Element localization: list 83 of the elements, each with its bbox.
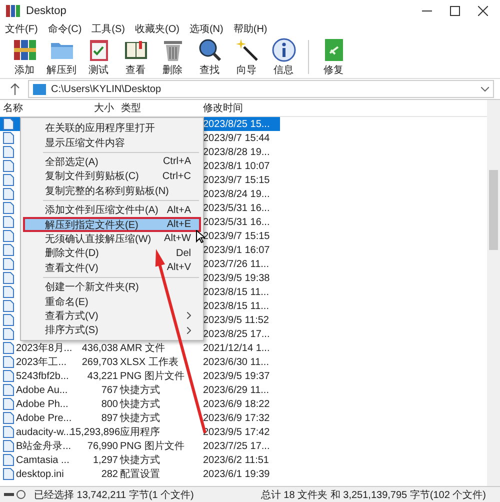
column-header[interactable]: 名称	[0, 101, 70, 115]
file-name: Adobe Au...	[16, 384, 68, 396]
window-title: Desktop	[26, 5, 66, 17]
file-name: desktop.ini	[16, 468, 64, 480]
modified-time[interactable]: 2023/9/7 15:15	[200, 174, 280, 186]
status-text: 总计 18 文件夹 和 3,251,139,795 字节(102 个文件)	[260, 488, 487, 502]
modified-time[interactable]: 2023/9/5 17:42	[200, 426, 280, 438]
file-type: XLSX 工作表	[120, 357, 178, 368]
file-name: 2023年工...	[16, 356, 67, 369]
file-type: 快捷方式	[120, 399, 160, 410]
file-size: 269,703	[82, 356, 118, 368]
file-name: B站金舟录...	[16, 440, 72, 453]
file-size: 76,990	[87, 440, 118, 452]
file-type: 应用程序	[120, 427, 160, 438]
menu-item[interactable]: 工具(S)	[92, 22, 126, 36]
menu-item[interactable]: 选项(N)	[189, 22, 224, 36]
context-menu-item[interactable]: 重命名(E)	[23, 294, 201, 309]
modified-time[interactable]: 2023/6/1 19:39	[200, 468, 280, 480]
column-header[interactable]: 修改时间	[200, 101, 280, 115]
menu-item[interactable]: 收藏夹(O)	[135, 22, 180, 36]
toolbar-button[interactable]: 查看	[117, 37, 154, 77]
file-name: 2023年8月...	[16, 342, 72, 355]
file-type: 配置设置	[120, 469, 160, 480]
file-type: 快捷方式	[120, 413, 160, 424]
toolbar-button[interactable]: 添加	[6, 37, 43, 77]
file-size: 897	[101, 412, 118, 424]
file-size: 767	[101, 384, 118, 396]
modified-time[interactable]: 2023/6/30 11...	[200, 356, 280, 368]
toolbar-button[interactable]: 删除	[154, 37, 191, 77]
context-menu-item[interactable]: 显示压缩文件内容	[23, 135, 201, 150]
modified-time[interactable]: 2023/6/2 11:51	[200, 454, 280, 466]
file-name: Adobe Ph...	[16, 398, 68, 410]
file-size: 1,297	[92, 454, 118, 466]
file-size: 282	[101, 468, 118, 480]
context-menu-item[interactable]: 查看文件(V) Alt+V	[23, 260, 201, 275]
toolbar-button[interactable]: 修复	[315, 37, 352, 77]
context-menu-item[interactable]: 查看方式(V)	[23, 308, 201, 324]
context-menu-item[interactable]: 创建一个新文件夹(R)	[23, 280, 201, 294]
file-type: PNG 图片文件	[120, 371, 184, 382]
modified-time[interactable]: 2023/9/5 19:37	[200, 370, 280, 382]
modified-time[interactable]: 2021/12/14 1...	[200, 342, 280, 354]
context-menu-item[interactable]: 添加文件到压缩文件中(A) Alt+A	[23, 202, 201, 218]
toolbar-button[interactable]: 测试	[80, 37, 117, 77]
toolbar-button[interactable]: 向导	[228, 37, 265, 77]
modified-time[interactable]: 2023/5/31 16...	[200, 216, 280, 228]
file-name: Camtasia ...	[16, 454, 70, 466]
modified-time[interactable]: 2023/6/29 11...	[200, 384, 280, 396]
context-menu-item[interactable]: 复制文件到剪贴板(C) Ctrl+C	[23, 169, 201, 184]
modified-time[interactable]: 2023/8/28 19...	[200, 146, 280, 158]
file-name: Adobe Pre...	[16, 412, 72, 424]
context-menu-item[interactable]: 删除文件(D) Del	[23, 246, 201, 261]
modified-time[interactable]: 2023/9/7 15:44	[200, 132, 280, 144]
modified-time[interactable]: 2023/8/1 10:07	[200, 160, 280, 172]
address-field[interactable]: C:\Users\KYLIN\Desktop	[28, 80, 494, 98]
toolbar-button[interactable]: 解压到	[43, 37, 80, 77]
file-type: 快捷方式	[120, 455, 160, 466]
context-menu-item[interactable]: 在关联的应用程序里打开	[23, 121, 201, 136]
modified-time[interactable]: 2023/6/9 18:22	[200, 398, 280, 410]
context-menu-item[interactable]: 排序方式(S)	[23, 323, 201, 338]
column-header[interactable]: 类型	[118, 101, 200, 115]
column-header[interactable]: 大小	[70, 101, 118, 115]
context-menu-item[interactable]: 全部选定(A) Ctrl+A	[23, 154, 201, 170]
file-type: PNG 图片文件	[120, 441, 184, 452]
file-size: 43,221	[87, 370, 118, 382]
file-type: 快捷方式	[120, 385, 160, 396]
file-type: AMR 文件	[120, 343, 165, 354]
menu-item[interactable]: 命令(C)	[48, 22, 82, 36]
file-name: audacity-w...	[16, 426, 72, 438]
status-text: 已经选择 13,742,211 字节(1 个文件)	[34, 488, 194, 502]
file-size: 15,293,896	[70, 426, 120, 438]
toolbar-button[interactable]: 信息	[265, 37, 302, 77]
context-menu-item[interactable]: 解压到指定文件夹(E) Alt+E	[23, 217, 201, 232]
menu-item[interactable]: 文件(F)	[5, 22, 38, 36]
toolbar-button[interactable]: 查找	[191, 37, 228, 77]
context-menu-item[interactable]: 复制完整的名称到剪贴板(N)	[23, 184, 201, 198]
file-name: 5243fbf2b...	[16, 370, 69, 382]
file-size: 436,038	[82, 342, 118, 354]
modified-time[interactable]: 2023/6/9 17:32	[200, 412, 280, 424]
modified-time[interactable]: 2023/7/25 17...	[200, 440, 280, 452]
modified-time[interactable]: 2023/8/24 19...	[200, 188, 280, 200]
file-size: 800	[101, 398, 118, 410]
menu-item[interactable]: 帮助(H)	[233, 22, 268, 36]
modified-time[interactable]: 2023/5/31 16...	[200, 202, 280, 214]
